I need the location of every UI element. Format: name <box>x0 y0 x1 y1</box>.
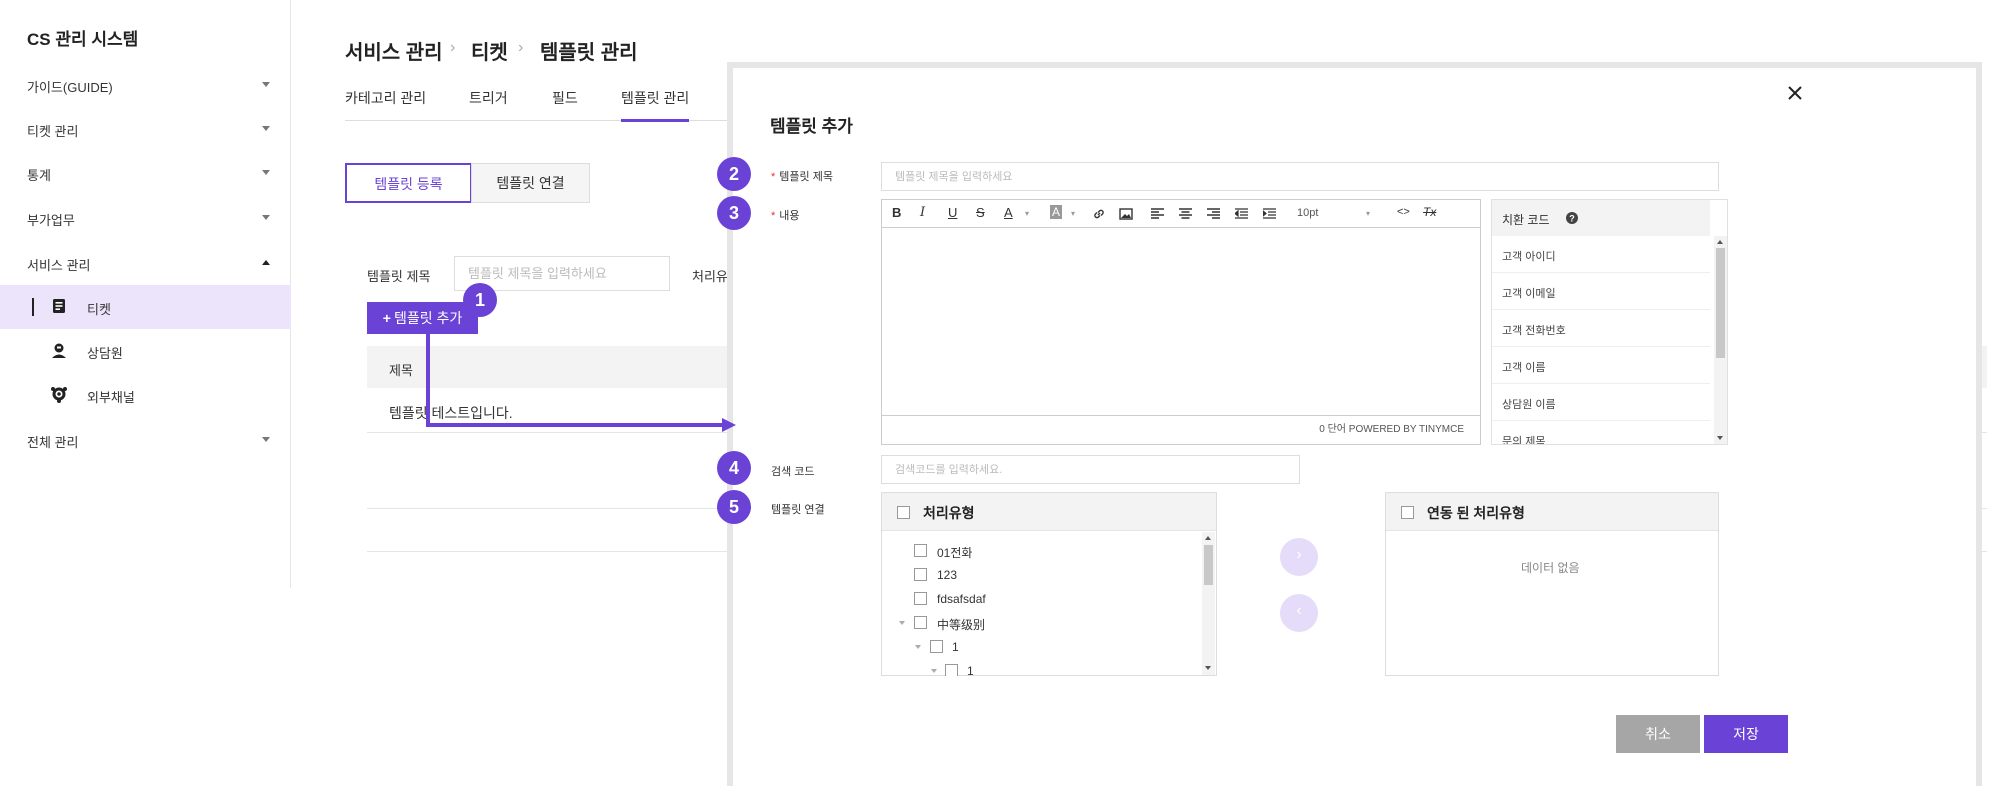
step-marker: 2 <box>717 157 751 191</box>
step-marker: 5 <box>717 490 751 524</box>
step-marker: 4 <box>717 451 751 485</box>
step-marker: 3 <box>717 196 751 230</box>
annotation-arrow <box>426 333 736 432</box>
step-marker: 1 <box>463 283 497 317</box>
